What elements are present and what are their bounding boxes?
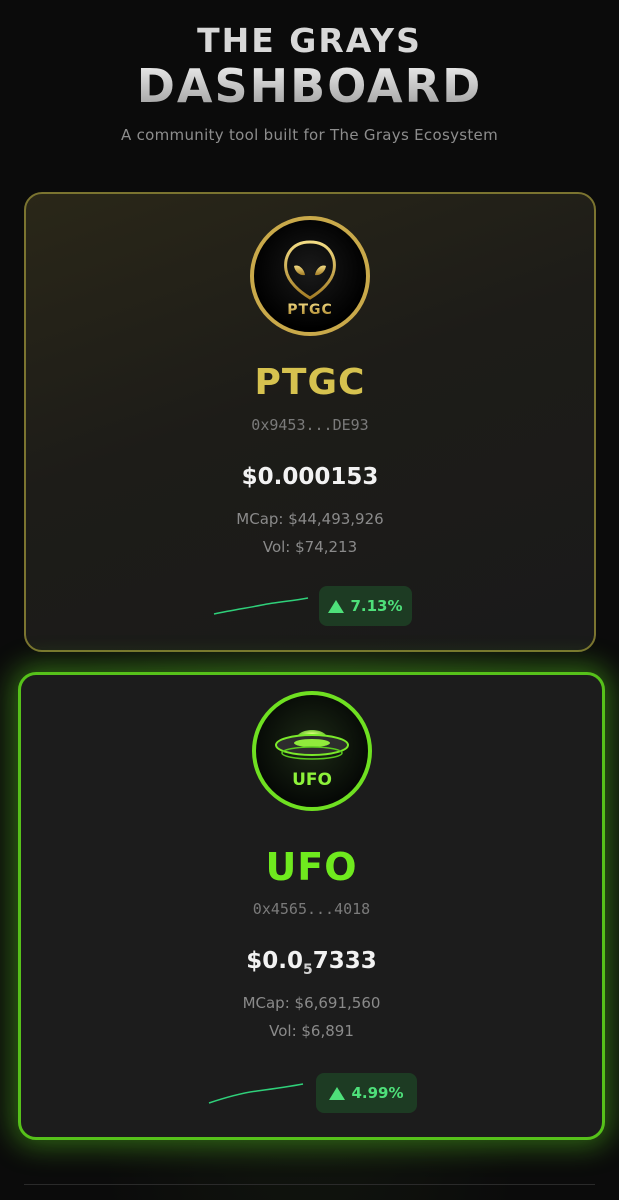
price-suffix: 7333: [312, 948, 377, 974]
alien-head-icon: PTGC: [284, 240, 336, 318]
price-prefix: $0.0: [246, 948, 303, 974]
token-name: PTGC: [254, 362, 366, 403]
up-arrow-icon: [328, 599, 345, 613]
price-zero-count: 5: [302, 962, 313, 978]
ptgc-logo-text: PTGC: [287, 302, 333, 318]
market-cap: MCap: $6,691,560: [242, 994, 381, 1012]
volume: Vol: $74,213: [262, 538, 358, 556]
ptgc-logo: PTGC: [250, 216, 370, 336]
token-price: $0.000153: [241, 464, 379, 490]
sparkline-chart: [208, 1083, 304, 1104]
up-arrow-icon: [329, 1086, 346, 1100]
token-name: UFO: [265, 845, 358, 889]
price-change-badge: 4.99%: [316, 1073, 417, 1113]
token-address[interactable]: 0x4565...4018: [21, 900, 602, 918]
dashboard-page: THE GRAYS DASHBOARD A community tool bui…: [0, 0, 619, 1200]
header: THE GRAYS DASHBOARD A community tool bui…: [0, 0, 619, 145]
sparkline-chart: [213, 597, 309, 615]
price-change-value: 7.13%: [350, 597, 403, 615]
market-cap: MCap: $44,493,926: [236, 510, 384, 528]
token-address[interactable]: 0x9453...DE93: [26, 416, 594, 434]
token-price: $0.057333: [21, 948, 602, 978]
flying-saucer-icon: UFO: [274, 730, 349, 790]
price-change-value: 4.99%: [351, 1084, 404, 1102]
price-change-badge: 7.13%: [319, 586, 412, 626]
page-title-line1: THE GRAYS: [197, 21, 422, 60]
ufo-logo: UFO: [251, 691, 372, 811]
page-subtitle: A community tool built for The Grays Eco…: [120, 126, 498, 144]
ufo-logo-text: UFO: [292, 770, 332, 790]
divider: [24, 1184, 595, 1185]
token-card-ptgc[interactable]: PTGC PTGC 0x9453...DE93 $0.000153 MCap: …: [24, 192, 596, 652]
page-title-line2: DASHBOARD: [0, 60, 619, 112]
volume: Vol: $6,891: [269, 1022, 354, 1040]
token-card-ufo[interactable]: UFO UFO 0x4565...4018 $0.057333 MCap: $6…: [18, 672, 605, 1140]
